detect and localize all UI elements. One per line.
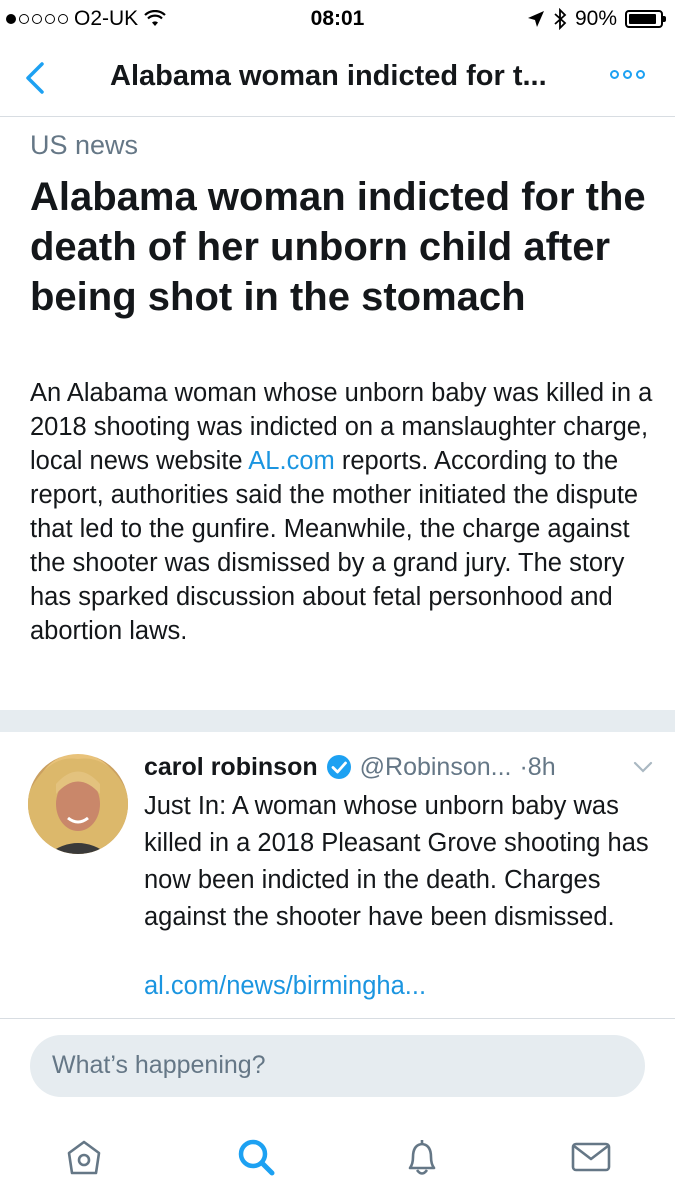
back-button[interactable] (18, 58, 54, 98)
search-icon (238, 1139, 275, 1176)
tweet-card[interactable]: carol robinson @Robinson... ·8h Just In:… (0, 732, 675, 1019)
avatar-image (28, 758, 128, 854)
article-category: US news (30, 130, 139, 160)
avatar[interactable] (28, 754, 128, 854)
battery-level (629, 14, 656, 24)
tab-notifications[interactable] (398, 1133, 446, 1181)
article-headline: Alabama woman indicted for the death of … (30, 175, 646, 319)
article-summary-text: An Alabama woman whose unborn baby was k… (30, 379, 653, 645)
location-arrow-icon (527, 11, 544, 27)
tweet-timestamp: ·8h (519, 752, 556, 781)
status-right: 90% (527, 7, 666, 31)
page-title: Alabama woman indicted for t... (110, 60, 547, 92)
bluetooth-icon (554, 8, 567, 30)
article-summary: US news Alabama woman indicted for the d… (0, 116, 675, 710)
verified-badge-icon (326, 755, 351, 779)
chevron-left-icon (26, 62, 44, 94)
messages-icon (571, 1142, 611, 1172)
tweet-link[interactable]: al.com/news/birmingha... (144, 972, 426, 1001)
tweet-header: carol robinson @Robinson... ·8h (144, 750, 654, 784)
tab-search[interactable] (232, 1133, 280, 1181)
chevron-down-icon[interactable] (632, 756, 654, 778)
tab-bar (0, 1115, 675, 1200)
author-name[interactable]: carol robinson (144, 753, 318, 782)
author-handle[interactable]: @Robinson... (360, 753, 512, 782)
section-divider (0, 710, 675, 732)
battery-percent: 90% (574, 7, 617, 30)
battery-icon (625, 10, 666, 28)
tab-home[interactable] (60, 1133, 108, 1181)
tab-messages[interactable] (567, 1133, 615, 1181)
tweet-text: Just In: A woman whose unborn baby was k… (144, 792, 649, 931)
more-dots-icon (610, 70, 619, 79)
compose-placeholder: What’s happening? (52, 1051, 266, 1079)
source-link[interactable]: AL.com (248, 447, 334, 475)
notifications-icon (408, 1140, 436, 1175)
status-bar: O2-UK 08:01 90% (0, 0, 675, 40)
compose-tweet-input[interactable]: What’s happening? (30, 1035, 645, 1097)
navigation-bar: Alabama woman indicted for t... (0, 40, 675, 117)
more-options-button[interactable] (610, 70, 645, 79)
home-icon (67, 1140, 101, 1175)
